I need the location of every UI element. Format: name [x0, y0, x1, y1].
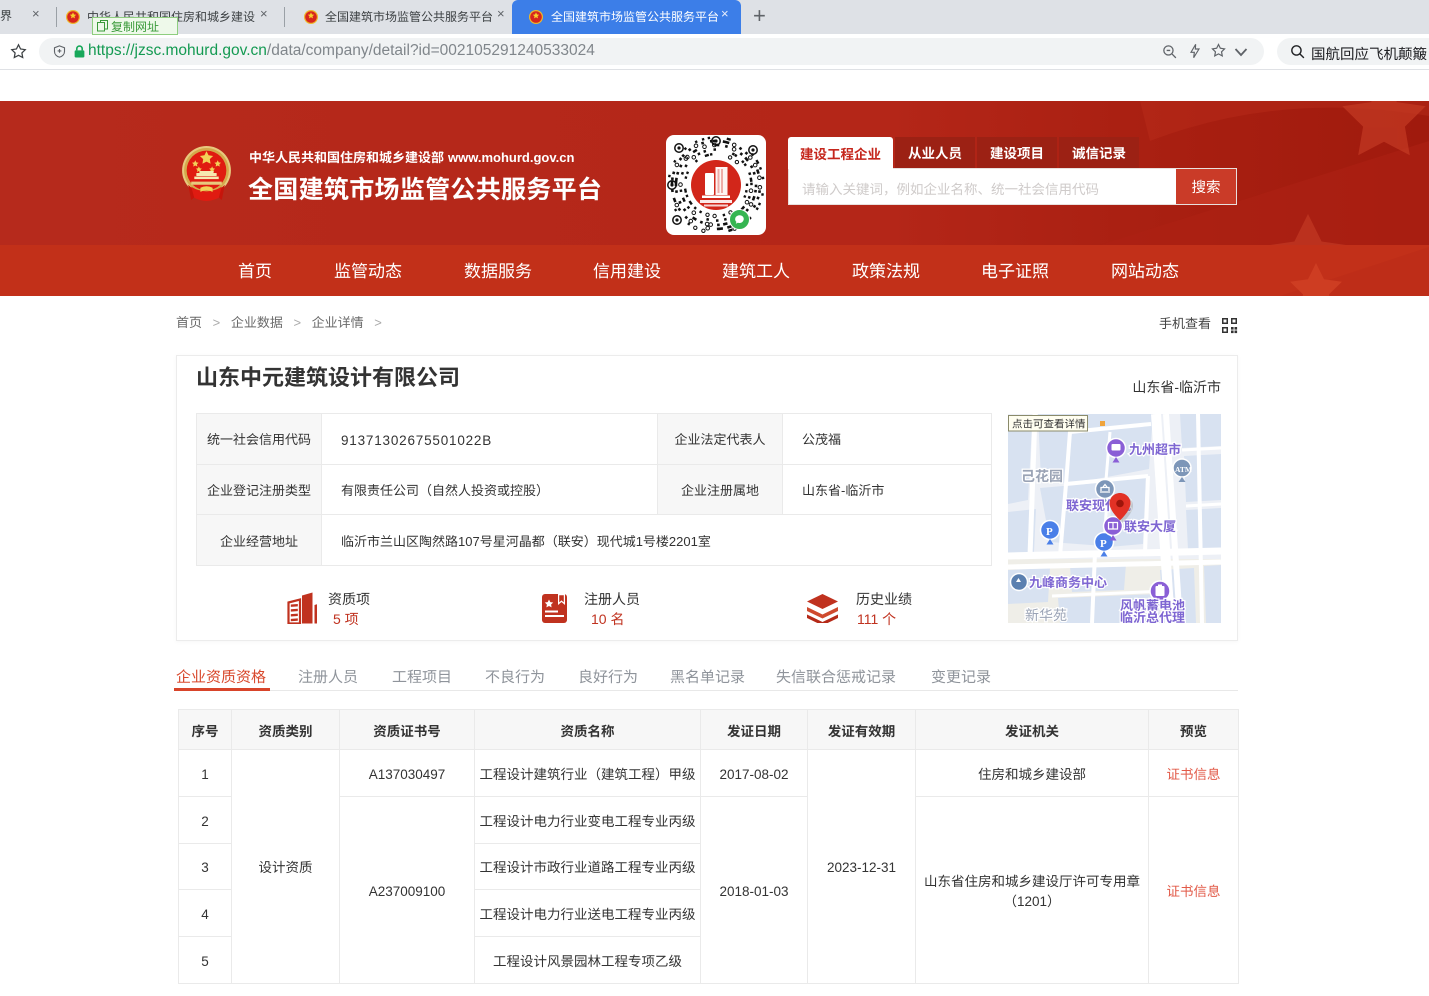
svg-text:九峰商务中心: 九峰商务中心 — [1029, 572, 1107, 591]
svg-text:ATM: ATM — [1175, 464, 1192, 475]
svg-text:P: P — [1100, 535, 1107, 551]
svg-text:P: P — [1046, 523, 1053, 539]
svg-text:新华苑: 新华苑 — [1025, 605, 1067, 623]
svg-text:己花园: 己花园 — [1021, 466, 1063, 486]
svg-text:联安大厦: 联安大厦 — [1124, 516, 1176, 535]
svg-text:九州超市: 九州超市 — [1129, 439, 1181, 458]
svg-text:临沂总代理: 临沂总代理 — [1120, 607, 1185, 623]
svg-text:点击可查看详情: 点击可查看详情 — [1012, 417, 1086, 432]
